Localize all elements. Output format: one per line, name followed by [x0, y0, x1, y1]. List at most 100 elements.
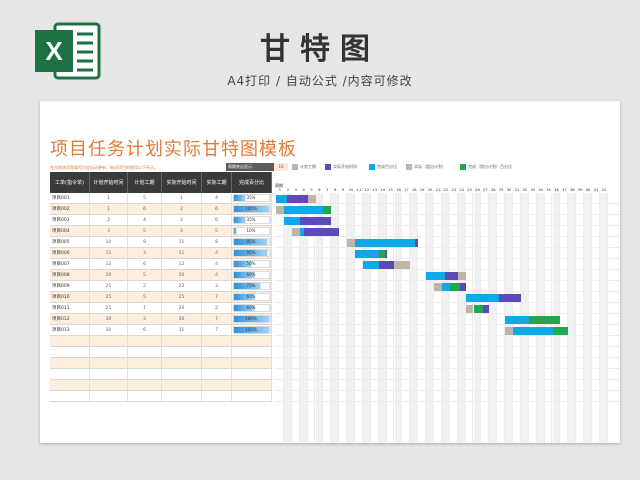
gantt-over-complete-bar[interactable] — [378, 249, 385, 258]
empty-cell[interactable] — [128, 347, 162, 357]
empty-table-row[interactable] — [50, 336, 272, 347]
actual-start-cell[interactable]: 4 — [162, 226, 202, 236]
plan-start-cell[interactable]: 25 — [90, 303, 128, 313]
empty-table-row[interactable] — [50, 380, 272, 391]
task-name-cell[interactable]: 项目010 — [50, 292, 90, 302]
empty-cell[interactable] — [202, 336, 232, 346]
empty-cell[interactable] — [162, 336, 202, 346]
plan-duration-cell[interactable]: 5 — [128, 270, 162, 280]
table-row[interactable]: 项目012 30 3 30 7 100% — [50, 314, 272, 325]
empty-cell[interactable] — [128, 336, 162, 346]
percent-complete-cell[interactable]: 60% — [232, 303, 272, 313]
gantt-complete-bar[interactable] — [355, 238, 416, 247]
plan-duration-cell[interactable]: 5 — [128, 193, 162, 203]
task-name-cell[interactable]: 项目006 — [50, 248, 90, 258]
empty-table-row[interactable] — [50, 347, 272, 358]
plan-duration-cell[interactable]: 3 — [128, 248, 162, 258]
plan-start-cell[interactable]: 1 — [90, 193, 128, 203]
plan-duration-cell[interactable]: 6 — [128, 259, 162, 269]
plan-start-cell[interactable]: 21 — [90, 281, 128, 291]
actual-duration-cell[interactable]: 7 — [202, 314, 232, 324]
empty-cell[interactable] — [162, 347, 202, 357]
empty-cell[interactable] — [50, 380, 90, 390]
actual-start-cell[interactable]: 11 — [162, 237, 202, 247]
empty-cell[interactable] — [232, 358, 272, 368]
plan-start-cell[interactable]: 20 — [90, 270, 128, 280]
plan-start-cell[interactable]: 25 — [90, 292, 128, 302]
empty-cell[interactable] — [90, 347, 128, 357]
plan-start-cell[interactable]: 30 — [90, 325, 128, 335]
task-name-cell[interactable]: 项目011 — [50, 303, 90, 313]
task-name-cell[interactable]: 项目012 — [50, 314, 90, 324]
empty-cell[interactable] — [162, 391, 202, 401]
plan-duration-cell[interactable]: 6 — [128, 204, 162, 214]
plan-duration-cell[interactable]: 5 — [128, 226, 162, 236]
actual-start-cell[interactable]: 11 — [162, 248, 202, 258]
actual-duration-cell[interactable]: 4 — [202, 259, 232, 269]
plan-start-cell[interactable]: 3 — [90, 226, 128, 236]
gantt-plan-bar[interactable] — [465, 304, 474, 313]
gantt-over-complete-bar[interactable] — [552, 326, 569, 335]
empty-cell[interactable] — [90, 391, 128, 401]
table-row[interactable]: 项目002 1 6 2 6 100% — [50, 204, 272, 215]
table-row[interactable]: 项目003 2 4 2 6 35% — [50, 215, 272, 226]
task-name-cell[interactable]: 项目005 — [50, 237, 90, 247]
period-highlight-input[interactable]: 10 — [274, 163, 288, 171]
table-row[interactable]: 项目006 11 3 11 4 95% — [50, 248, 272, 259]
plan-duration-cell[interactable]: 6 — [128, 325, 162, 335]
empty-cell[interactable] — [50, 336, 90, 346]
percent-complete-cell[interactable]: 50% — [232, 259, 272, 269]
empty-cell[interactable] — [90, 380, 128, 390]
actual-start-cell[interactable]: 25 — [162, 292, 202, 302]
percent-complete-cell[interactable]: 35% — [232, 193, 272, 203]
plan-duration-cell[interactable]: 1 — [128, 303, 162, 313]
empty-cell[interactable] — [50, 358, 90, 368]
percent-complete-cell[interactable]: 35% — [232, 215, 272, 225]
gantt-over-complete-bar[interactable] — [449, 282, 461, 291]
task-name-cell[interactable]: 项目001 — [50, 193, 90, 203]
actual-start-cell[interactable]: 1 — [162, 193, 202, 203]
gantt-complete-bar[interactable] — [276, 194, 288, 203]
gantt-complete-bar[interactable] — [426, 271, 446, 280]
percent-complete-cell[interactable]: 75% — [232, 281, 272, 291]
empty-cell[interactable] — [162, 358, 202, 368]
empty-cell[interactable] — [90, 369, 128, 379]
plan-duration-cell[interactable]: 4 — [128, 215, 162, 225]
gantt-over-complete-bar[interactable] — [323, 205, 332, 214]
percent-complete-cell[interactable]: 60% — [232, 292, 272, 302]
empty-cell[interactable] — [162, 369, 202, 379]
table-row[interactable]: 项目009 21 2 22 3 75% — [50, 281, 272, 292]
plan-start-cell[interactable]: 2 — [90, 215, 128, 225]
empty-cell[interactable] — [202, 369, 232, 379]
task-name-cell[interactable]: 项目003 — [50, 215, 90, 225]
empty-cell[interactable] — [90, 336, 128, 346]
percent-complete-cell[interactable]: 10% — [232, 226, 272, 236]
empty-cell[interactable] — [162, 380, 202, 390]
percent-complete-cell[interactable]: 100% — [232, 325, 272, 335]
empty-cell[interactable] — [50, 347, 90, 357]
table-row[interactable]: 项目001 1 5 1 4 35% — [50, 193, 272, 204]
table-row[interactable]: 项目011 25 1 26 2 60% — [50, 303, 272, 314]
percent-complete-cell[interactable]: 100% — [232, 204, 272, 214]
empty-cell[interactable] — [202, 347, 232, 357]
plan-start-cell[interactable]: 10 — [90, 237, 128, 247]
gantt-complete-bar[interactable] — [362, 260, 379, 269]
gantt-complete-bar[interactable] — [299, 227, 304, 236]
plan-duration-cell[interactable]: 5 — [128, 292, 162, 302]
plan-start-cell[interactable]: 30 — [90, 314, 128, 324]
gantt-complete-bar[interactable] — [465, 293, 499, 302]
gantt-complete-bar[interactable] — [283, 216, 301, 225]
actual-duration-cell[interactable]: 6 — [202, 215, 232, 225]
plan-start-cell[interactable]: 12 — [90, 259, 128, 269]
gantt-complete-bar[interactable] — [513, 326, 553, 335]
actual-duration-cell[interactable]: 8 — [202, 237, 232, 247]
task-name-cell[interactable]: 项目004 — [50, 226, 90, 236]
gantt-complete-bar[interactable] — [283, 205, 324, 214]
empty-cell[interactable] — [202, 391, 232, 401]
percent-complete-cell[interactable]: 100% — [232, 314, 272, 324]
actual-start-cell[interactable]: 2 — [162, 204, 202, 214]
actual-start-cell[interactable]: 20 — [162, 270, 202, 280]
actual-duration-cell[interactable]: 7 — [202, 292, 232, 302]
actual-start-cell[interactable]: 30 — [162, 314, 202, 324]
task-name-cell[interactable]: 项目002 — [50, 204, 90, 214]
